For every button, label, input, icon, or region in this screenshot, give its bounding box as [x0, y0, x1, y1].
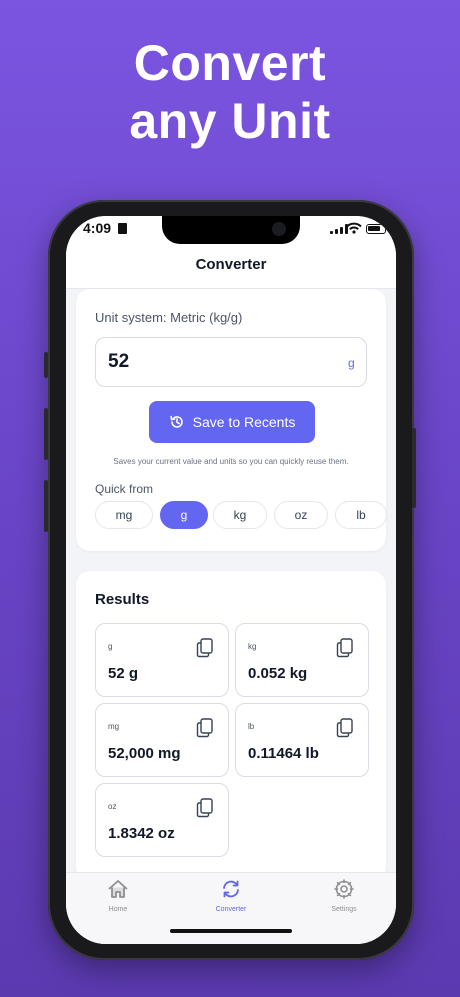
chip-kg[interactable]: kg: [213, 501, 267, 529]
refresh-arrows-icon: [223, 880, 239, 898]
notch: [162, 216, 300, 244]
value-input[interactable]: [95, 337, 367, 387]
tab-settings[interactable]: Settings: [304, 879, 384, 913]
mute-switch: [44, 352, 48, 378]
front-camera: [272, 222, 286, 236]
chip-lb[interactable]: lb: [335, 501, 387, 529]
volume-up-button: [44, 408, 48, 460]
phone-screen: 4:09 Converter Unit system: Metric (kg/g…: [66, 216, 396, 944]
tab-home-label: Home: [108, 906, 128, 913]
save-hint: Saves your current value and units so yo…: [113, 457, 349, 466]
result-unit: g: [108, 642, 113, 651]
result-value: 1.8342 oz: [108, 825, 175, 842]
result-value: 52,000 mg: [108, 745, 181, 762]
navigation-bar: Converter: [66, 244, 396, 289]
save-to-recents-label: Save to Recents: [192, 414, 296, 430]
unit-system-label[interactable]: Unit system: Metric (kg/g): [95, 310, 242, 325]
power-button: [412, 428, 416, 508]
volume-down-button: [44, 480, 48, 532]
quick-from-label: Quick from: [95, 482, 154, 496]
battery-icon: [366, 224, 386, 234]
tab-converter-label: Converter: [215, 906, 247, 913]
result-card-lb: lb 0.11464 lb: [235, 703, 369, 777]
copy-icon[interactable]: [196, 718, 214, 738]
sim-icon: [118, 223, 127, 234]
copy-icon[interactable]: [336, 718, 354, 738]
result-value: 0.11464 lb: [248, 745, 319, 762]
result-unit: mg: [108, 722, 120, 731]
house-icon: [108, 880, 128, 898]
promo-headline-line1: Convert: [133, 35, 327, 91]
result-value: 52 g: [108, 665, 139, 682]
chip-g[interactable]: g: [160, 501, 208, 529]
result-value: 0.052 kg: [248, 665, 308, 682]
result-unit: kg: [248, 642, 257, 651]
result-unit: oz: [108, 802, 117, 811]
results-title: Results: [95, 591, 150, 608]
copy-icon[interactable]: [196, 798, 214, 818]
promo-headline: Convert any Unit: [0, 34, 460, 150]
result-card-mg: mg 52,000 mg: [95, 703, 229, 777]
chip-mg[interactable]: mg: [95, 501, 153, 529]
page-title: Converter: [195, 256, 267, 273]
result-card-g: g 52 g: [95, 623, 229, 697]
tab-bar: Home Converter Settings: [66, 872, 396, 944]
converter-card: Unit system: Metric (kg/g) g Save to Rec…: [76, 289, 387, 551]
promo-headline-line2: any Unit: [129, 93, 331, 149]
copy-icon[interactable]: [336, 638, 354, 658]
copy-icon[interactable]: [196, 638, 214, 658]
result-unit: lb: [248, 722, 255, 731]
result-card-oz: oz 1.8342 oz: [95, 783, 229, 857]
wifi-icon: [346, 222, 362, 234]
results-card: Results g 52 g kg 0.052 kg mg 52,000 mg …: [76, 571, 386, 881]
tab-settings-label: Settings: [331, 906, 357, 913]
result-card-kg: kg 0.052 kg: [235, 623, 369, 697]
chip-oz[interactable]: oz: [274, 501, 328, 529]
gear-icon: [334, 879, 354, 899]
tab-home[interactable]: Home: [78, 879, 158, 913]
input-unit-label: g: [348, 356, 355, 370]
save-to-recents-button[interactable]: Save to Recents: [149, 401, 315, 443]
status-time: 4:09: [83, 220, 112, 236]
tab-converter[interactable]: Converter: [191, 879, 271, 913]
home-indicator: [170, 929, 292, 933]
history-icon: [170, 415, 183, 428]
